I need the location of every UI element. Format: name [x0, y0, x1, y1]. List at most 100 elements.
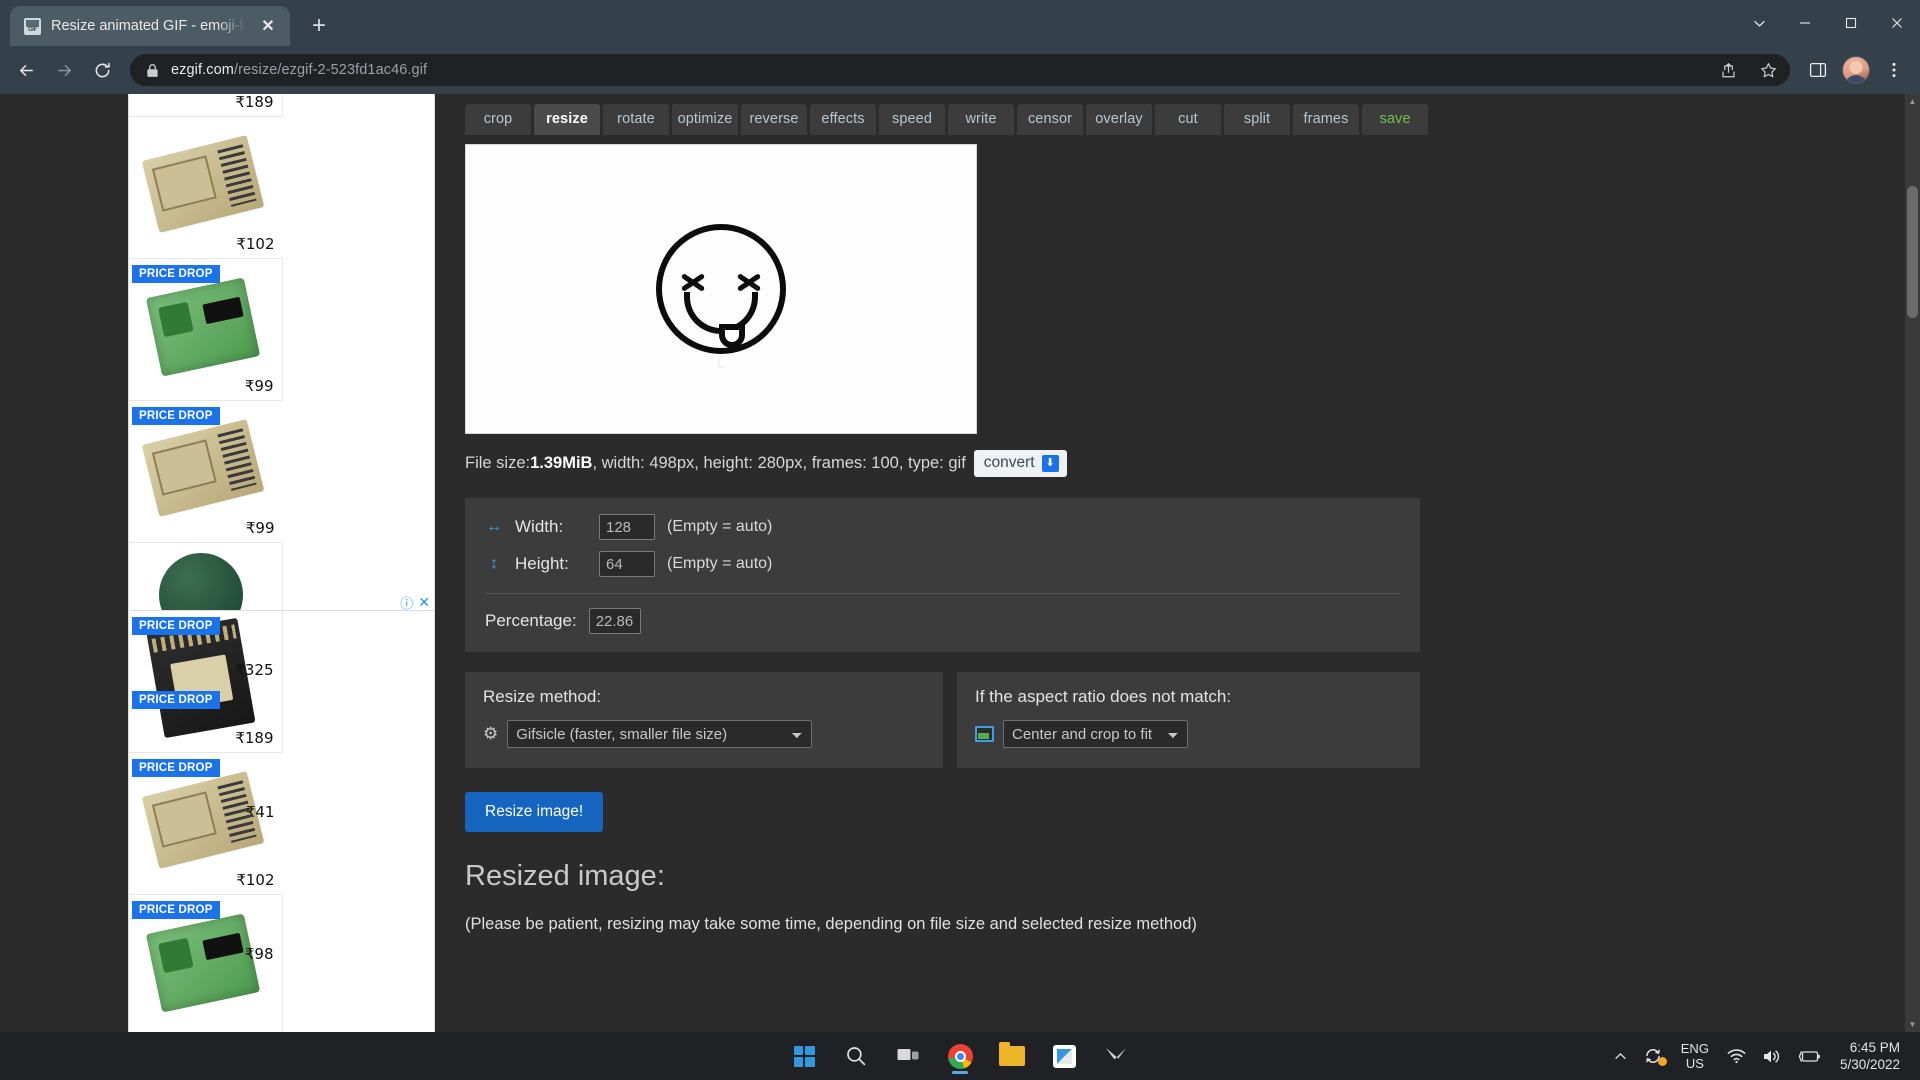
- onedrive-sync-button[interactable]: [1635, 1034, 1671, 1078]
- aspect-ratio-select[interactable]: Center and crop to fit: [1003, 720, 1188, 748]
- tab-split[interactable]: split: [1224, 104, 1290, 135]
- battery-button[interactable]: [1790, 1034, 1830, 1078]
- ad-product[interactable]: PRICE DROP: [129, 895, 283, 1032]
- tab-cut[interactable]: cut: [1155, 104, 1221, 135]
- ad-price: ₹189: [235, 729, 274, 747]
- language-indicator[interactable]: ENG US: [1671, 1041, 1719, 1071]
- aspect-ratio-title: If the aspect ratio does not match:: [975, 687, 1232, 706]
- system-tray: ENG US 6:45 PM 5/30/2022: [1606, 1034, 1912, 1078]
- scrollbar-thumb[interactable]: [1907, 186, 1918, 318]
- tab-frames[interactable]: frames: [1293, 104, 1359, 135]
- maximize-icon[interactable]: [1828, 0, 1874, 46]
- address-bar[interactable]: ezgif.com/resize/ezgif-2-523fd1ac46.gif: [130, 54, 1790, 86]
- valorant-button[interactable]: [1096, 1036, 1136, 1076]
- price-drop-badge: PRICE DROP: [132, 407, 220, 425]
- store-icon: [1052, 1044, 1076, 1068]
- tray-overflow-button[interactable]: [1606, 1034, 1635, 1078]
- price-drop-badge: PRICE DROP: [132, 691, 220, 709]
- ad-card[interactable]: ⓘ ✕ PRICE DROP ₹189 PRICE DROP ₹102 PRIC…: [128, 594, 435, 1032]
- clock[interactable]: 6:45 PM 5/30/2022: [1830, 1039, 1912, 1073]
- share-icon[interactable]: [1714, 56, 1742, 84]
- file-meta: , width: 498px, height: 280px, frames: 1…: [592, 454, 966, 472]
- file-info-line: File size: 1.39MiB, width: 498px, height…: [465, 450, 1525, 477]
- task-view-button[interactable]: [888, 1036, 928, 1076]
- tab-effects[interactable]: effects: [810, 104, 876, 135]
- tab-optimize[interactable]: optimize: [672, 104, 738, 135]
- tab-overlay[interactable]: overlay: [1086, 104, 1152, 135]
- convert-button[interactable]: convert ⬇: [973, 450, 1067, 477]
- ad-product[interactable]: ₹189: [129, 94, 283, 117]
- tab-rotate[interactable]: rotate: [603, 104, 669, 135]
- close-icon[interactable]: ✕: [418, 594, 430, 611]
- clock-time: 6:45 PM: [1849, 1040, 1900, 1055]
- star-icon[interactable]: [1754, 56, 1782, 84]
- file-explorer-button[interactable]: [992, 1036, 1032, 1076]
- volume-icon: [1763, 1050, 1780, 1062]
- percentage-input[interactable]: [588, 608, 641, 634]
- options-row: Resize method: ⚙ Gifsicle (faster, small…: [465, 672, 1525, 768]
- info-icon[interactable]: ⓘ: [400, 593, 413, 612]
- ad-price: ₹189: [235, 94, 274, 111]
- ad-product[interactable]: PRICE DROP ₹99: [129, 259, 283, 401]
- ad-product[interactable]: PRICE DROP ₹99: [129, 401, 283, 543]
- active-app-indicator: [952, 1071, 968, 1074]
- preview-watermark: L: [717, 356, 725, 371]
- wifi-button[interactable]: [1719, 1034, 1754, 1078]
- browser-toolbar: ezgif.com/resize/ezgif-2-523fd1ac46.gif: [0, 46, 1920, 94]
- resize-image-button[interactable]: Resize image!: [465, 792, 604, 832]
- reload-icon[interactable]: [84, 52, 120, 88]
- tab-crop[interactable]: crop: [465, 104, 531, 135]
- tab-strip: GIF Resize animated GIF - emoji-load ✕ +: [0, 0, 1920, 46]
- page-scrollbar[interactable]: ▲ ▼: [1905, 94, 1920, 1032]
- minimize-icon[interactable]: [1782, 0, 1828, 46]
- tab-save[interactable]: save: [1362, 104, 1428, 135]
- tab-resize[interactable]: resize: [534, 104, 600, 135]
- dimensions-panel: ↔ Width: (Empty = auto) ↕ Height: (Empty…: [465, 498, 1420, 652]
- width-input[interactable]: [599, 514, 655, 540]
- volume-button[interactable]: [1754, 1034, 1790, 1078]
- height-label: Height:: [515, 554, 569, 573]
- width-hint: (Empty = auto): [667, 518, 773, 535]
- ezgif-main-content: crop resize rotate optimize reverse effe…: [465, 94, 1920, 1032]
- ad-choices[interactable]: ⓘ ✕: [400, 593, 430, 612]
- gif-file-icon: GIF: [24, 17, 41, 35]
- lock-icon: [146, 63, 159, 78]
- close-icon[interactable]: [1874, 0, 1920, 46]
- resize-method-panel: Resize method: ⚙ Gifsicle (faster, small…: [465, 672, 943, 768]
- ad-product[interactable]: PRICE DROP ₹189: [129, 611, 283, 753]
- file-size-prefix: File size:: [465, 454, 531, 472]
- patience-note: (Please be patient, resizing may take so…: [465, 915, 1197, 933]
- close-icon[interactable]: ✕: [256, 14, 280, 38]
- tab-censor[interactable]: censor: [1017, 104, 1083, 135]
- height-input[interactable]: [599, 551, 655, 577]
- ad-product[interactable]: PRICE DROP ₹102: [129, 753, 283, 895]
- ad-price: ₹41: [245, 803, 275, 821]
- ad-product-grid: PRICE DROP ₹189 PRICE DROP ₹102 PRICE DR…: [129, 611, 434, 1032]
- microsoft-store-button[interactable]: [1044, 1036, 1084, 1076]
- new-tab-button[interactable]: +: [302, 9, 336, 43]
- start-button[interactable]: [784, 1036, 824, 1076]
- height-row: ↕ Height: (Empty = auto): [485, 551, 1400, 577]
- three-dots-icon[interactable]: [1876, 52, 1912, 88]
- scroll-down-arrow[interactable]: ▼: [1905, 1017, 1920, 1032]
- search-button[interactable]: [836, 1036, 876, 1076]
- chrome-button[interactable]: [940, 1036, 980, 1076]
- ad-product[interactable]: ₹102: [129, 117, 283, 259]
- chevron-down-icon[interactable]: [1736, 0, 1782, 46]
- chevron-up-icon: [1614, 1052, 1626, 1059]
- tab-speed[interactable]: speed: [879, 104, 945, 135]
- resize-method-select[interactable]: Gifsicle (faster, smaller file size): [507, 720, 813, 748]
- tab-write[interactable]: write: [948, 104, 1014, 135]
- back-arrow-icon[interactable]: [8, 52, 44, 88]
- right-eye: [736, 270, 762, 290]
- left-eye: [680, 270, 706, 290]
- window-controls: [1736, 0, 1920, 46]
- percentage-row: Percentage:: [485, 608, 1400, 634]
- profile-avatar[interactable]: [1838, 52, 1874, 88]
- tab-reverse[interactable]: reverse: [741, 104, 807, 135]
- forward-arrow-icon[interactable]: [46, 52, 82, 88]
- browser-tab[interactable]: GIF Resize animated GIF - emoji-load ✕: [10, 6, 290, 46]
- side-panel-icon[interactable]: [1800, 52, 1836, 88]
- scroll-up-arrow[interactable]: ▲: [1905, 94, 1920, 109]
- url-domain: ezgif.com: [171, 62, 234, 78]
